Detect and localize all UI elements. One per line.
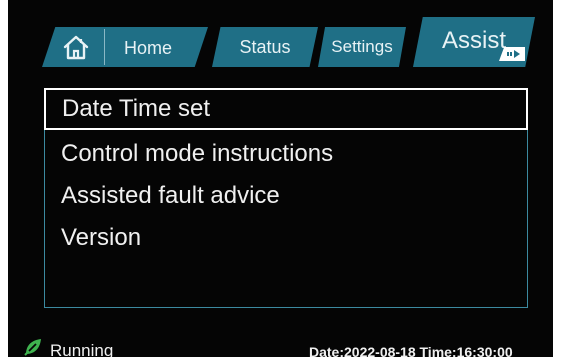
menu-item-date-time-set[interactable]: Date Time set <box>44 88 528 130</box>
menu-item-label: Date Time set <box>62 95 211 122</box>
tab-assist-label: Assist <box>441 27 506 54</box>
tab-settings-label: Settings <box>331 37 393 56</box>
tab-status[interactable]: Status <box>212 27 318 67</box>
run-status-text: Running <box>50 341 114 357</box>
tab-settings[interactable]: Settings <box>318 27 406 67</box>
menu-item-label: Version <box>61 224 142 251</box>
hmi-screen: Home Status Settings Assist Date Time se… <box>8 0 553 357</box>
menu-item-control-mode-instructions[interactable]: Control mode instructions <box>45 133 527 175</box>
menu-item-assisted-fault-advice[interactable]: Assisted fault advice <box>45 175 527 217</box>
menu-item-version[interactable]: Version <box>45 217 527 259</box>
tab-assist[interactable]: Assist <box>413 17 535 67</box>
home-icon <box>63 35 89 60</box>
tab-divider <box>104 29 105 65</box>
menu-item-label: Assisted fault advice <box>61 182 280 209</box>
tab-status-label: Status <box>239 36 291 57</box>
tab-home-label: Home <box>124 38 173 58</box>
menu-item-label: Control mode instructions <box>61 140 334 167</box>
datetime-readout: Date:2022-08-18 Time:16:30:00 <box>309 344 513 357</box>
leaf-icon <box>24 339 41 356</box>
assist-menu: Date Time set Control mode instructions … <box>44 88 528 308</box>
tab-home[interactable]: Home <box>42 27 208 67</box>
